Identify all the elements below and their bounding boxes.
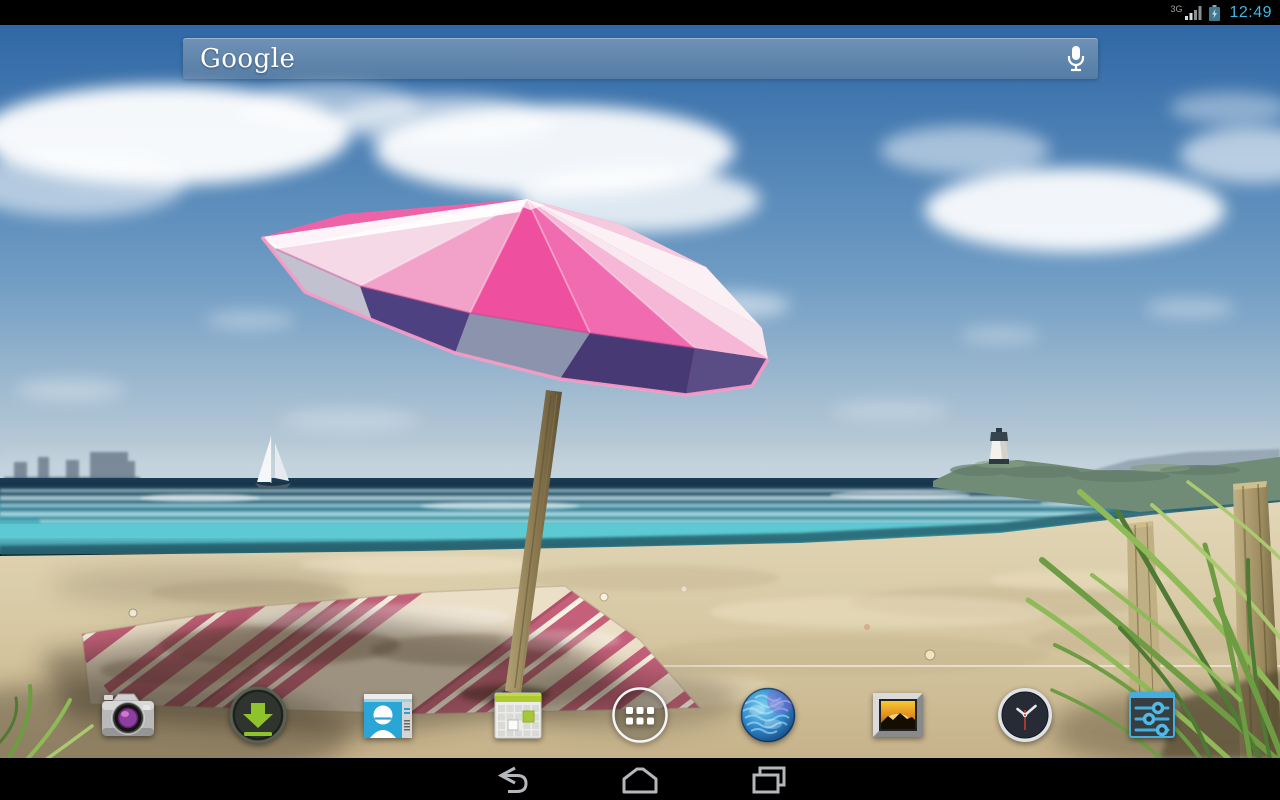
- downloads-icon: [227, 684, 289, 746]
- dock-icon-camera[interactable]: [97, 684, 159, 746]
- dock-icon-settings-tuner[interactable]: [1121, 684, 1183, 746]
- battery-charging-icon: [1209, 5, 1220, 21]
- recents-button[interactable]: [745, 764, 793, 796]
- microphone-icon: [1066, 45, 1086, 73]
- gallery-icon: [867, 684, 929, 746]
- dock-icon-clock[interactable]: [994, 684, 1056, 746]
- dock-icon-people[interactable]: [357, 684, 419, 746]
- dock-icon-downloads[interactable]: [227, 684, 289, 746]
- dock-icon-calendar[interactable]: [487, 684, 549, 746]
- android-home-screen: 3G 12:49 Google: [0, 0, 1280, 800]
- network-type-label: 3G: [1170, 4, 1182, 14]
- people-icon: [357, 684, 419, 746]
- navigation-bar: [0, 758, 1280, 800]
- dock-icon-all-apps[interactable]: [609, 684, 671, 746]
- back-button[interactable]: [487, 764, 535, 796]
- dock-icon-browser[interactable]: [737, 684, 799, 746]
- home-icon: [620, 766, 660, 794]
- calendar-icon: [487, 684, 549, 746]
- google-search-bar[interactable]: Google: [183, 38, 1098, 79]
- home-button[interactable]: [616, 764, 664, 796]
- voice-search-button[interactable]: [1054, 38, 1098, 79]
- clock-icon: [994, 684, 1056, 746]
- status-bar: 3G 12:49: [0, 0, 1280, 25]
- signal-strength-icon: [1185, 5, 1203, 20]
- back-icon: [493, 766, 529, 794]
- all-apps-icon: [609, 684, 671, 746]
- lighthouse: [989, 428, 1009, 464]
- google-logo: Google: [200, 44, 295, 74]
- browser-icon: [737, 684, 799, 746]
- dock-icon-gallery[interactable]: [867, 684, 929, 746]
- settings-tuner-icon: [1121, 684, 1183, 746]
- status-clock: 12:49: [1229, 4, 1272, 22]
- camera-icon: [97, 684, 159, 746]
- recents-icon: [751, 766, 787, 794]
- beach-wallpaper: [0, 25, 1280, 758]
